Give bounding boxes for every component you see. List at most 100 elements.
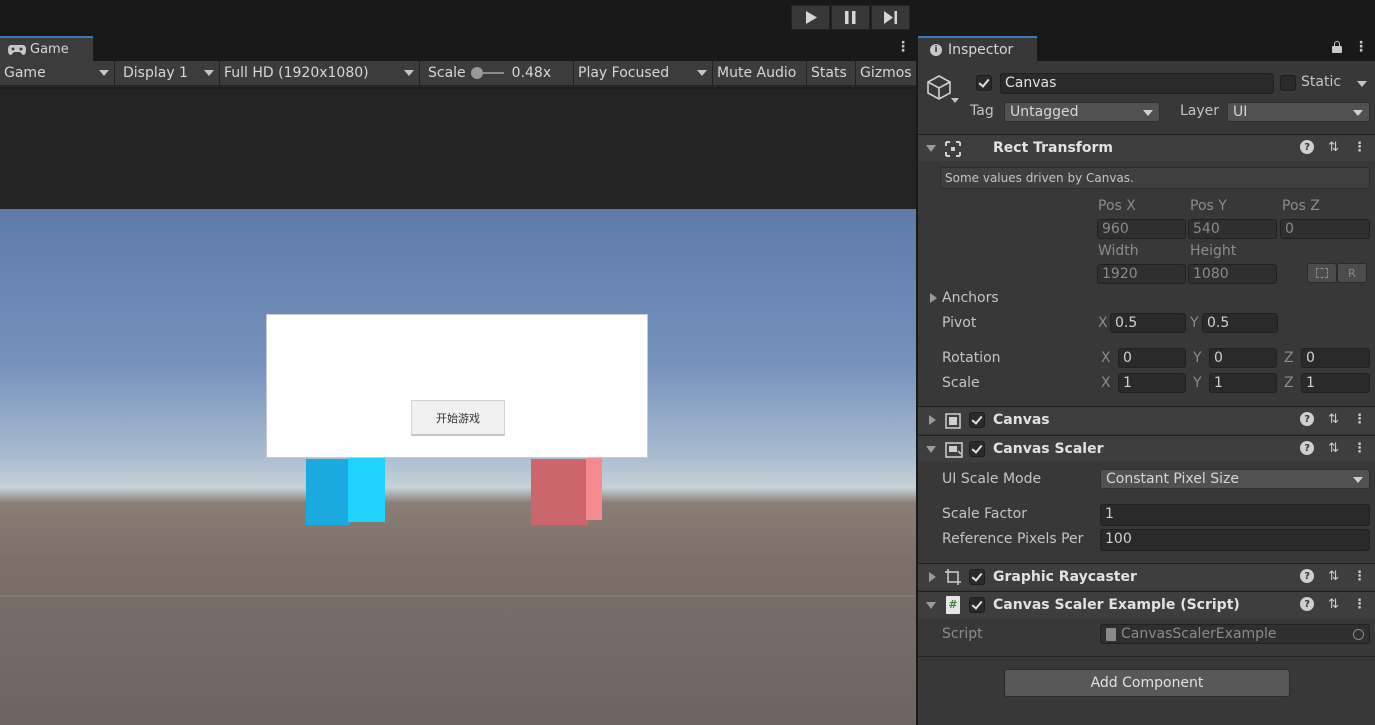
object-picker-icon[interactable] bbox=[1353, 629, 1364, 640]
presets-icon[interactable]: ⇅ bbox=[1328, 569, 1339, 584]
component-more-icon[interactable]: ⋮ bbox=[1353, 597, 1366, 612]
play-controls bbox=[791, 5, 911, 30]
chevron-down-icon bbox=[1143, 110, 1153, 116]
graphic-raycaster-enabled-checkbox[interactable] bbox=[969, 569, 985, 585]
presets-icon[interactable]: ⇅ bbox=[1328, 412, 1339, 427]
scale-label: Scale bbox=[942, 375, 980, 391]
display-label: Display 1 bbox=[123, 65, 188, 81]
layer-dropdown[interactable]: UI bbox=[1227, 102, 1370, 122]
component-more-icon[interactable]: ⋮ bbox=[1353, 441, 1366, 456]
component-actions: ? ⇅ ⋮ bbox=[1300, 597, 1366, 612]
foldout-expanded-icon[interactable] bbox=[926, 602, 936, 609]
display-dropdown[interactable]: Display 1 bbox=[115, 61, 220, 85]
ui-scale-mode-label: UI Scale Mode bbox=[942, 471, 1042, 487]
ui-scale-mode-value: Constant Pixel Size bbox=[1106, 471, 1239, 487]
layer-label: Layer bbox=[1180, 103, 1220, 119]
pos-z-field: 0 bbox=[1280, 219, 1370, 239]
tab-inspector[interactable]: i Inspector bbox=[918, 36, 1037, 61]
scale-z-field[interactable]: 1 bbox=[1301, 373, 1370, 393]
height-field: 1080 bbox=[1188, 264, 1277, 284]
foldout-expanded-icon[interactable] bbox=[926, 446, 936, 453]
help-icon[interactable]: ? bbox=[1300, 441, 1315, 455]
chevron-down-icon[interactable] bbox=[951, 98, 959, 103]
script-field: CanvasScalerExample bbox=[1100, 624, 1370, 644]
gamepad-icon bbox=[8, 44, 26, 55]
component-more-icon[interactable]: ⋮ bbox=[1353, 412, 1366, 427]
scale-factor-field[interactable]: 1 bbox=[1100, 504, 1370, 526]
tab-inspector-label: Inspector bbox=[948, 41, 1014, 58]
inspector-tabbar: i Inspector ⋮ bbox=[918, 36, 1375, 61]
rotation-x-field[interactable]: 0 bbox=[1118, 348, 1186, 368]
rotation-z-field[interactable]: 0 bbox=[1301, 348, 1370, 368]
add-component-button[interactable]: Add Component bbox=[1004, 669, 1290, 697]
scale-slider-handle[interactable] bbox=[470, 67, 483, 79]
scale-x-field[interactable]: 1 bbox=[1118, 373, 1186, 393]
scale-value: 0.48x bbox=[511, 65, 552, 81]
help-icon[interactable]: ? bbox=[1300, 569, 1315, 583]
pivot-y-axis: Y bbox=[1190, 315, 1199, 331]
canvas-scaler-enabled-checkbox[interactable] bbox=[969, 441, 985, 457]
stats-toggle[interactable]: Stats bbox=[807, 61, 856, 85]
scale-slider[interactable] bbox=[470, 67, 504, 79]
rotation-x-axis: X bbox=[1101, 350, 1111, 366]
step-button[interactable] bbox=[871, 5, 910, 30]
foldout-collapsed-icon[interactable] bbox=[929, 572, 936, 582]
help-icon[interactable]: ? bbox=[1300, 597, 1315, 611]
mute-audio-label: Mute Audio bbox=[717, 65, 797, 81]
tag-dropdown[interactable]: Untagged bbox=[1004, 102, 1160, 122]
tag-value: Untagged bbox=[1010, 104, 1079, 120]
script-enabled-checkbox[interactable] bbox=[969, 597, 985, 613]
component-more-icon[interactable]: ⋮ bbox=[1353, 569, 1366, 584]
anchors-foldout-icon[interactable] bbox=[930, 293, 937, 303]
game-mode-dropdown[interactable]: Game bbox=[0, 61, 115, 85]
canvas-scaler-header[interactable]: Canvas Scaler ? ⇅ ⋮ bbox=[918, 435, 1375, 462]
lock-icon[interactable] bbox=[1332, 41, 1342, 53]
component-actions: ? ⇅ ⋮ bbox=[1300, 441, 1366, 456]
help-icon[interactable]: ? bbox=[1300, 412, 1315, 426]
blue-cube-side bbox=[348, 458, 385, 522]
play-mode-dropdown[interactable]: Play Focused bbox=[574, 61, 713, 85]
gameobject-icon bbox=[926, 74, 952, 104]
scale-y-field[interactable]: 1 bbox=[1209, 373, 1277, 393]
inspector-more-icon[interactable]: ⋮ bbox=[1354, 39, 1368, 55]
rect-transform-header[interactable]: Rect Transform ? ⇅ ⋮ bbox=[918, 134, 1375, 161]
presets-icon[interactable]: ⇅ bbox=[1328, 140, 1339, 155]
pos-x-label: Pos X bbox=[1098, 198, 1136, 214]
canvas-enabled-checkbox[interactable] bbox=[969, 412, 985, 428]
resolution-dropdown[interactable]: Full HD (1920x1080) bbox=[220, 61, 420, 85]
canvas-component-header[interactable]: Canvas ? ⇅ ⋮ bbox=[918, 406, 1375, 433]
main-toolbar bbox=[0, 0, 1375, 36]
presets-icon[interactable]: ⇅ bbox=[1328, 441, 1339, 456]
script-component-header[interactable]: # Canvas Scaler Example (Script) ? ⇅ ⋮ bbox=[918, 591, 1375, 618]
rotation-y-field[interactable]: 0 bbox=[1209, 348, 1277, 368]
foldout-expanded-icon[interactable] bbox=[926, 145, 936, 152]
presets-icon[interactable]: ⇅ bbox=[1328, 597, 1339, 612]
start-game-button[interactable]: 开始游戏 bbox=[411, 400, 505, 436]
gizmos-toggle[interactable]: Gizmos bbox=[856, 61, 916, 85]
game-viewport[interactable]: 开始游戏 bbox=[0, 209, 916, 725]
width-label: Width bbox=[1098, 243, 1139, 259]
foldout-collapsed-icon[interactable] bbox=[929, 415, 936, 425]
object-name-field[interactable]: Canvas bbox=[1000, 73, 1274, 94]
play-button[interactable] bbox=[791, 5, 830, 30]
pause-button[interactable] bbox=[831, 5, 870, 30]
pivot-x-field[interactable]: 0.5 bbox=[1110, 313, 1186, 333]
game-more-icon[interactable]: ⋮ bbox=[896, 39, 910, 55]
chevron-down-icon bbox=[204, 70, 214, 76]
active-checkbox[interactable] bbox=[976, 75, 992, 91]
tab-game[interactable]: Game bbox=[0, 36, 93, 61]
chevron-down-icon[interactable] bbox=[1357, 81, 1367, 87]
ui-scale-mode-dropdown[interactable]: Constant Pixel Size bbox=[1100, 469, 1370, 489]
raw-edit-button[interactable]: R bbox=[1337, 263, 1367, 283]
pivot-y-field[interactable]: 0.5 bbox=[1202, 313, 1278, 333]
static-checkbox[interactable] bbox=[1280, 75, 1296, 91]
blueprint-mode-button[interactable] bbox=[1307, 263, 1337, 283]
rect-transform-icon bbox=[945, 141, 961, 157]
ref-pixels-field[interactable]: 100 bbox=[1100, 529, 1370, 551]
mute-audio-toggle[interactable]: Mute Audio bbox=[713, 61, 807, 85]
component-more-icon[interactable]: ⋮ bbox=[1353, 140, 1366, 155]
graphic-raycaster-header[interactable]: Graphic Raycaster ? ⇅ ⋮ bbox=[918, 563, 1375, 590]
info-icon: i bbox=[930, 43, 942, 56]
help-icon[interactable]: ? bbox=[1300, 140, 1315, 154]
anchors-label[interactable]: Anchors bbox=[942, 290, 999, 306]
